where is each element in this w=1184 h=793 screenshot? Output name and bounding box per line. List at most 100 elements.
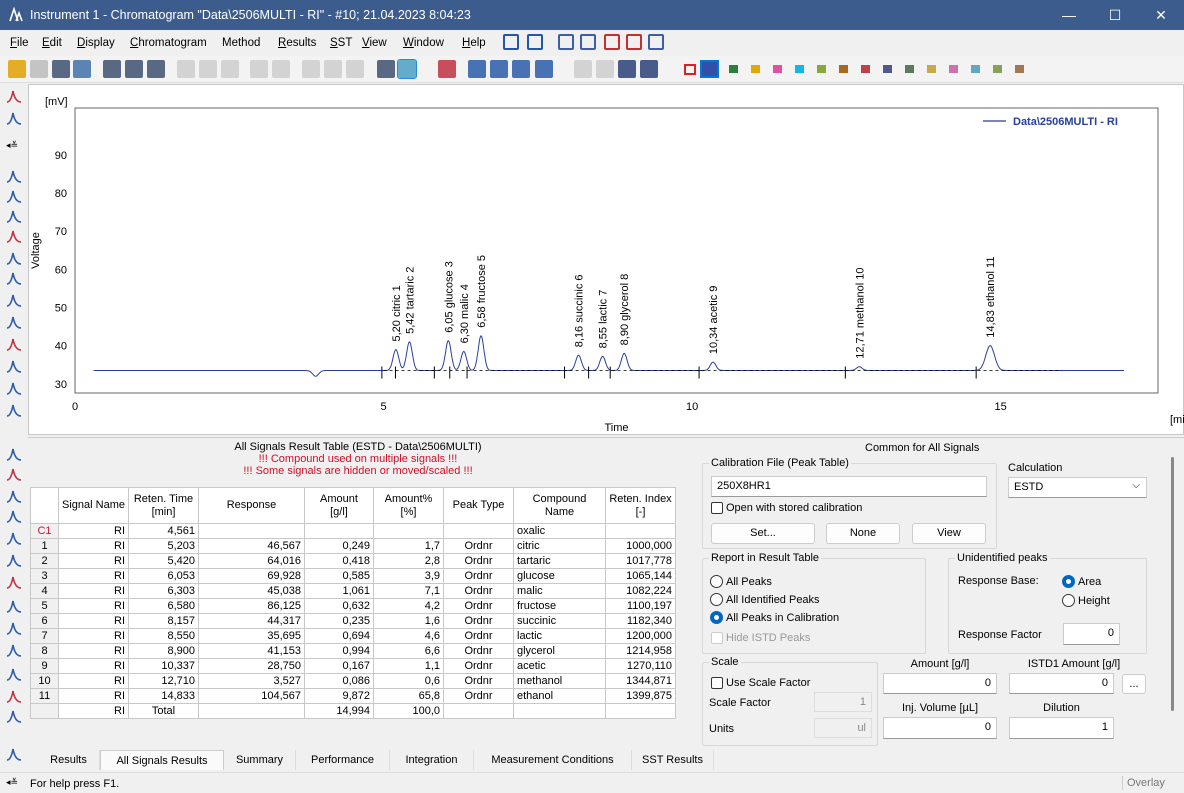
all-in-calibration-radio[interactable] (710, 611, 723, 624)
inj-volume-input[interactable]: 0 (883, 717, 997, 739)
table-row[interactable]: 5 RI 6,580 86,125 0,632 4,2 Ordnr fructose 1100,… (30, 598, 676, 614)
peak-label[interactable]: 12,71 methanol 10 (854, 268, 866, 359)
peak-tool-icon[interactable] (6, 88, 22, 104)
open-folder-icon[interactable] (8, 60, 26, 78)
amount-input[interactable]: 0 (883, 673, 997, 694)
tools-icon[interactable] (512, 60, 530, 78)
view-button[interactable]: View (912, 523, 986, 544)
zoom-out-icon[interactable] (324, 60, 342, 78)
peak-label[interactable]: 14,83 ethanol 11 (985, 257, 997, 338)
tab-results[interactable]: Results (38, 750, 100, 770)
color-swatch[interactable] (883, 65, 892, 73)
color-swatch[interactable] (700, 60, 719, 78)
more-button[interactable]: ... (1122, 674, 1146, 694)
tab-performance[interactable]: Performance (296, 750, 390, 770)
dilution-input[interactable]: 1 (1009, 717, 1114, 739)
peak-label[interactable]: 8,16 succinic 6 (574, 274, 586, 347)
column-header[interactable]: Signal Name (58, 487, 129, 524)
menu-help[interactable]: Help (462, 37, 486, 49)
peak-tool-icon[interactable] (6, 110, 22, 126)
scale-factor-input[interactable]: 1 (814, 692, 872, 712)
peak-tool-icon[interactable] (6, 314, 22, 330)
hide-istd-checkbox[interactable] (711, 632, 723, 644)
peak-label[interactable]: 6,05 glucose 3 (443, 261, 455, 333)
none-button[interactable]: None (826, 523, 900, 544)
peak-label[interactable]: 6,30 malic 4 (459, 284, 471, 343)
signal-icon[interactable] (438, 60, 456, 78)
peak-label[interactable]: 5,20 citric 1 (391, 285, 403, 341)
color-swatch[interactable] (971, 65, 980, 73)
peak-tool-icon[interactable] (6, 746, 22, 762)
undo-icon[interactable] (250, 60, 268, 78)
tab-summary[interactable]: Summary (224, 750, 296, 770)
peak-tool-icon[interactable] (6, 168, 22, 184)
table-row[interactable]: 4 RI 6,303 45,038 1,061 7,1 Ordnr malic 1082,224 (30, 583, 676, 599)
report-icon[interactable] (103, 60, 121, 78)
all-peaks-radio[interactable] (710, 575, 723, 588)
zoom-in-icon[interactable] (302, 60, 320, 78)
height-radio[interactable] (1062, 594, 1075, 607)
menu-sst[interactable]: SST (330, 37, 352, 49)
menu-display[interactable]: Display (77, 37, 115, 49)
maximize-button[interactable]: ☐ (1092, 0, 1138, 30)
color-swatch[interactable] (927, 65, 936, 73)
peak-label[interactable]: 8,55 lactic 7 (598, 290, 610, 349)
peak-tool-icon[interactable] (6, 228, 22, 244)
zoom-reset-icon[interactable] (346, 60, 364, 78)
peak-tool-icon[interactable] (6, 402, 22, 418)
table-row[interactable]: RI Total 14,994 100,0 (30, 703, 676, 719)
close-button[interactable]: ✕ (1138, 0, 1184, 30)
column-header[interactable]: Compound Name (513, 487, 606, 524)
peak-tool-icon[interactable] (6, 380, 22, 396)
istd-amount-input[interactable]: 0 (1009, 673, 1114, 694)
column-header[interactable] (30, 487, 59, 524)
collapse-toolbar-icon[interactable]: ◂≚ (6, 140, 18, 151)
copy-icon[interactable] (199, 60, 217, 78)
result-table[interactable]: Signal Name Reten. Time [min] Response Amou… (30, 487, 676, 719)
color-swatch[interactable] (839, 65, 848, 73)
table-row[interactable]: 2 RI 5,420 64,016 0,418 2,8 Ordnr tartaric 1017,… (30, 553, 676, 569)
flask-icon[interactable] (527, 34, 543, 50)
table-row[interactable]: 9 RI 10,337 28,750 0,167 1,1 Ordnr acetic 1270,1… (30, 658, 676, 674)
color-swatch[interactable] (905, 65, 914, 73)
peak-label[interactable]: 5,42 tartaric 2 (404, 267, 416, 334)
units-input[interactable]: ul (814, 718, 872, 738)
menu-results[interactable]: Results (278, 37, 316, 49)
peak-tool-icon[interactable] (6, 530, 22, 546)
calculation-select[interactable]: ESTD ⌵ (1008, 477, 1147, 498)
last-icon[interactable] (640, 60, 658, 78)
tab-all-signals-results[interactable]: All Signals Results (100, 750, 224, 770)
menu-method[interactable]: Method (222, 37, 260, 49)
print-icon[interactable] (147, 60, 165, 78)
open-stored-checkbox[interactable] (711, 502, 723, 514)
all-identified-radio[interactable] (710, 593, 723, 606)
outline-color-swatch[interactable] (684, 64, 696, 75)
cut-icon[interactable] (177, 60, 195, 78)
color-swatch[interactable] (795, 65, 804, 73)
peak-tool-icon[interactable] (6, 688, 22, 704)
peak-tool-icon[interactable] (6, 250, 22, 266)
peak-tool-icon[interactable] (6, 598, 22, 614)
color-swatch[interactable] (817, 65, 826, 73)
color-swatch[interactable] (993, 65, 1002, 73)
print-preview-icon[interactable] (125, 60, 143, 78)
chart-edit-icon[interactable] (558, 34, 574, 50)
peak-tool-icon[interactable] (6, 508, 22, 524)
tab-measurement-conditions[interactable]: Measurement Conditions (474, 750, 632, 770)
menu-view[interactable]: View (362, 37, 387, 49)
table-row[interactable]: C1 RI 4,561 oxalic (30, 523, 676, 539)
table-row[interactable]: 8 RI 8,900 41,153 0,994 6,6 Ordnr glycerol 1214,… (30, 643, 676, 659)
tab-integration[interactable]: Integration (390, 750, 474, 770)
peak-tool-icon[interactable] (6, 642, 22, 658)
help-icon[interactable] (397, 59, 417, 79)
menu-edit[interactable]: Edit (42, 37, 62, 49)
move-icon[interactable] (468, 60, 486, 78)
table-row[interactable]: 10 RI 12,710 3,527 0,086 0,6 Ordnr methanol 1344… (30, 673, 676, 689)
color-swatch[interactable] (729, 65, 738, 73)
table-row[interactable]: 6 RI 8,157 44,317 0,235 1,6 Ordnr succinic 1182,… (30, 613, 676, 629)
menu-file[interactable]: File (10, 37, 29, 49)
expand-toggle-icon[interactable]: ◂≚ (6, 777, 18, 788)
next-icon[interactable] (618, 60, 636, 78)
tab-sst-results[interactable]: SST Results (632, 750, 714, 770)
save-icon[interactable] (30, 60, 48, 78)
